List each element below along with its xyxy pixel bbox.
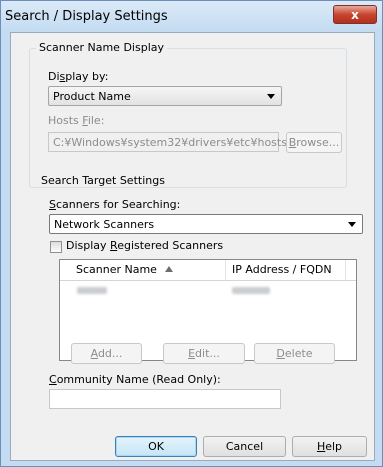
chevron-down-icon bbox=[267, 94, 275, 99]
column-header-ip-address[interactable]: IP Address / FQDN bbox=[226, 260, 346, 280]
community-name-field[interactable] bbox=[49, 389, 281, 409]
scanners-for-searching-value: Network Scanners bbox=[54, 218, 155, 231]
ok-button[interactable]: OK bbox=[115, 436, 197, 457]
display-by-dropdown[interactable]: Product Name bbox=[48, 86, 282, 106]
redacted-scanner-name bbox=[77, 287, 107, 294]
cancel-button[interactable]: Cancel bbox=[203, 436, 286, 457]
edit-button[interactable]: Edit... bbox=[163, 343, 245, 364]
display-by-value: Product Name bbox=[53, 90, 131, 103]
hosts-file-field[interactable]: C:¥Windows¥system32¥drivers¥etc¥hosts bbox=[48, 132, 287, 152]
scanner-name-display-legend: Scanner Name Display bbox=[36, 41, 167, 54]
table-row[interactable] bbox=[60, 282, 356, 300]
window-title: Search / Display Settings bbox=[5, 9, 168, 24]
close-button[interactable]: x bbox=[333, 5, 377, 24]
title-bar[interactable]: Search / Display Settings x bbox=[1, 1, 382, 31]
display-registered-label[interactable]: Display Registered Scanners bbox=[66, 239, 223, 252]
column-header-scanner-name[interactable]: Scanner Name bbox=[60, 260, 226, 280]
search-target-legend: Search Target Settings bbox=[41, 174, 165, 187]
display-by-label: Display by: bbox=[48, 70, 109, 83]
dialog-window: Search / Display Settings x Scanner Name… bbox=[0, 0, 383, 467]
help-button[interactable]: Help bbox=[292, 436, 367, 457]
close-icon: x bbox=[351, 8, 359, 22]
dialog-client-area: Scanner Name Display Display by: Product… bbox=[10, 32, 375, 461]
hosts-file-label: Hosts File: bbox=[48, 114, 105, 127]
community-name-label: Community Name (Read Only): bbox=[49, 373, 221, 386]
scanners-for-searching-label: Scanners for Searching: bbox=[49, 198, 181, 211]
browse-button[interactable]: Browse... bbox=[286, 132, 342, 153]
chevron-down-icon bbox=[348, 222, 356, 227]
add-button[interactable]: Add... bbox=[71, 343, 142, 364]
redacted-ip-address bbox=[232, 287, 270, 294]
delete-button[interactable]: Delete bbox=[254, 343, 335, 364]
scanner-list-header: Scanner Name IP Address / FQDN bbox=[60, 260, 356, 281]
sort-ascending-icon bbox=[164, 266, 173, 272]
hosts-file-value: C:¥Windows¥system32¥drivers¥etc¥hosts bbox=[53, 136, 287, 149]
display-registered-checkbox[interactable] bbox=[50, 241, 62, 253]
scanners-for-searching-dropdown[interactable]: Network Scanners bbox=[49, 214, 363, 234]
